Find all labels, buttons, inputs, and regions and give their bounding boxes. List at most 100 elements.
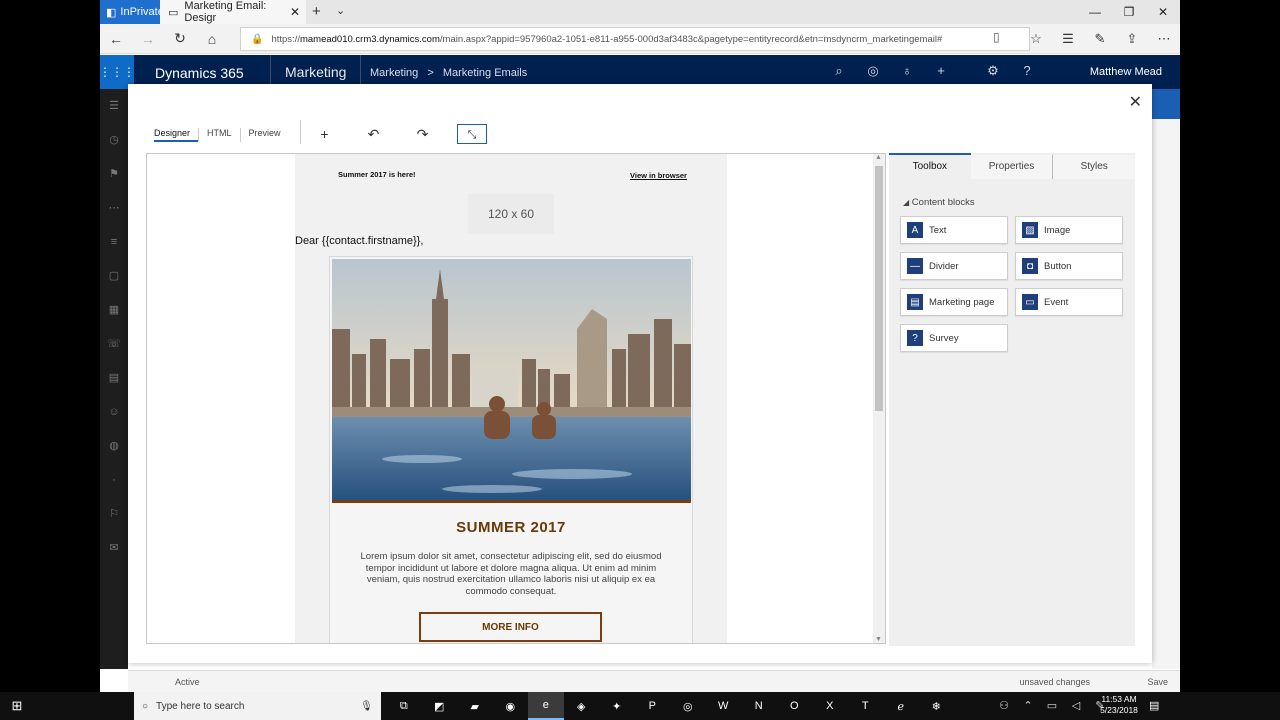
add-icon[interactable]: +: [300, 124, 349, 144]
recent-icon[interactable]: ◷: [100, 123, 128, 157]
powerpoint-icon[interactable]: P: [635, 692, 671, 720]
collapse-icon[interactable]: ⤡: [457, 124, 487, 144]
edge-icon[interactable]: e: [528, 692, 564, 720]
close-tab-icon[interactable]: ✕: [290, 5, 300, 19]
back-icon[interactable]: ←: [100, 31, 132, 47]
block-survey[interactable]: ? Survey: [900, 324, 1008, 352]
home-icon[interactable]: ⌂: [196, 31, 228, 47]
more-info-button[interactable]: MORE INFO: [419, 612, 602, 642]
scroll-down-icon[interactable]: ▼: [875, 636, 882, 643]
refresh-icon[interactable]: ↻: [164, 30, 196, 47]
nav-icon-4[interactable]: ◍: [100, 429, 128, 463]
clock[interactable]: 11:53 AM 5/23/2018: [1094, 694, 1144, 716]
brand-name[interactable]: Dynamics 365: [155, 65, 244, 81]
person-icon[interactable]: ☺: [100, 395, 128, 429]
app-icon-2[interactable]: ✦: [599, 692, 635, 720]
chrome-icon[interactable]: ◎: [670, 692, 706, 720]
save-button[interactable]: Save: [1147, 677, 1168, 687]
close-icon[interactable]: ✕: [1129, 92, 1142, 112]
favorite-star-icon[interactable]: ☆: [1020, 24, 1052, 54]
sticky-app-icon[interactable]: ◩: [422, 692, 458, 720]
scroll-up-icon[interactable]: ▲: [875, 154, 882, 161]
logo-placeholder[interactable]: 120 x 60: [468, 194, 554, 234]
breadcrumb-marketing[interactable]: Marketing: [370, 67, 418, 79]
pinned-icon[interactable]: ⚑: [100, 157, 128, 191]
notifications-icon[interactable]: ▤: [1149, 699, 1159, 712]
minimize-icon[interactable]: —: [1078, 0, 1112, 24]
nav-icon-5[interactable]: ·: [100, 463, 128, 497]
hero-image[interactable]: [332, 259, 691, 503]
volume-icon[interactable]: ◁: [1064, 692, 1088, 720]
email-greeting[interactable]: Dear {{contact.firstname}},: [295, 235, 423, 247]
block-text[interactable]: A Text: [900, 216, 1008, 244]
forward-icon[interactable]: →: [132, 31, 164, 47]
block-divider[interactable]: — Divider: [900, 252, 1008, 280]
tab-designer[interactable]: Designer: [154, 128, 199, 142]
help-icon[interactable]: ?: [1010, 63, 1044, 79]
add-icon[interactable]: +: [924, 63, 958, 79]
new-tab-icon[interactable]: +: [312, 3, 321, 20]
flag-icon[interactable]: ⚐: [100, 497, 128, 531]
restore-icon[interactable]: ❐: [1112, 0, 1146, 24]
block-button[interactable]: ◘ Button: [1015, 252, 1123, 280]
tab-styles[interactable]: Styles: [1053, 155, 1135, 179]
block-marketing-page[interactable]: ▤ Marketing page: [900, 288, 1008, 316]
search-icon[interactable]: ⌕: [822, 63, 856, 79]
favorites-icon[interactable]: ☰: [1052, 24, 1084, 54]
task-view-icon[interactable]: ⧉: [386, 692, 422, 720]
email-teaser[interactable]: Summer 2017 is here!: [338, 170, 416, 179]
tab-html[interactable]: HTML: [198, 128, 240, 142]
app-icon-3[interactable]: ❄: [919, 692, 955, 720]
hamburger-icon[interactable]: ☰: [100, 89, 128, 123]
chevron-down-icon[interactable]: ⌄: [336, 4, 345, 17]
block-event[interactable]: ▭ Event: [1015, 288, 1123, 316]
onenote-icon[interactable]: N: [741, 692, 777, 720]
teams-icon[interactable]: T: [848, 692, 884, 720]
nav-icon-3[interactable]: ▤: [100, 361, 128, 395]
scroll-thumb[interactable]: [875, 166, 883, 411]
task-icon[interactable]: ◎: [856, 63, 890, 79]
canvas-scrollbar[interactable]: ▲ ▼: [873, 154, 885, 643]
view-in-browser-link[interactable]: View in browser: [630, 171, 687, 180]
reading-view-icon[interactable]: ▯: [993, 30, 1000, 44]
pen-icon[interactable]: ✎: [1084, 24, 1116, 54]
tray-chevron-icon[interactable]: ⌃: [1016, 692, 1040, 720]
excel-icon[interactable]: X: [812, 692, 848, 720]
people-icon[interactable]: ⚇: [992, 692, 1016, 720]
app-icon-1[interactable]: ◈: [564, 692, 600, 720]
content-blocks-header[interactable]: ◢ Content blocks: [903, 197, 975, 208]
taskbar-search[interactable]: ○ Type here to search 🎙: [134, 692, 381, 720]
windows-start-icon[interactable]: ⊞: [0, 692, 34, 720]
mail-icon[interactable]: ✉: [100, 531, 128, 565]
undo-icon[interactable]: ↶: [349, 124, 398, 144]
url-field[interactable]: 🔒 https://mamead010.crm3.dynamics.com/ma…: [240, 27, 1030, 51]
nav-icon-1[interactable]: ≡: [100, 225, 128, 259]
calendar-icon[interactable]: ▦: [100, 293, 128, 327]
word-icon[interactable]: W: [706, 692, 742, 720]
redo-icon[interactable]: ↷: [398, 124, 447, 144]
gear-icon[interactable]: ⚙: [976, 63, 1010, 79]
lightbulb-icon[interactable]: ♁: [890, 63, 924, 79]
firefox-icon[interactable]: ◉: [493, 692, 529, 720]
close-window-icon[interactable]: ✕: [1146, 0, 1180, 24]
outlook-icon[interactable]: O: [777, 692, 813, 720]
microphone-icon[interactable]: 🎙: [360, 701, 373, 712]
phone-icon[interactable]: ☏: [100, 327, 128, 361]
share-icon[interactable]: ⇪: [1116, 24, 1148, 54]
tab-preview[interactable]: Preview: [239, 128, 289, 142]
file-explorer-icon[interactable]: ▰: [457, 692, 493, 720]
tab-toolbox[interactable]: Toolbox: [889, 153, 971, 179]
breadcrumb-marketing-emails[interactable]: Marketing Emails: [443, 67, 527, 79]
email-canvas[interactable]: Summer 2017 is here! View in browser 120…: [146, 153, 886, 644]
email-headline[interactable]: SUMMER 2017: [330, 519, 692, 536]
ie-icon[interactable]: ℯ: [883, 692, 919, 720]
block-image[interactable]: ▨ Image: [1015, 216, 1123, 244]
ellipsis-icon[interactable]: ⋯: [100, 191, 128, 225]
more-icon[interactable]: ⋯: [1148, 24, 1180, 54]
tab-properties[interactable]: Properties: [971, 155, 1054, 179]
network-icon[interactable]: ▭: [1040, 692, 1064, 720]
browser-tab[interactable]: ▭ Marketing Email: Desigr ✕: [160, 0, 306, 24]
user-name[interactable]: Matthew Mead: [1090, 66, 1162, 78]
nav-icon-2[interactable]: ▢: [100, 259, 128, 293]
email-body-text[interactable]: Lorem ipsum dolor sit amet, consectetur …: [354, 551, 668, 597]
